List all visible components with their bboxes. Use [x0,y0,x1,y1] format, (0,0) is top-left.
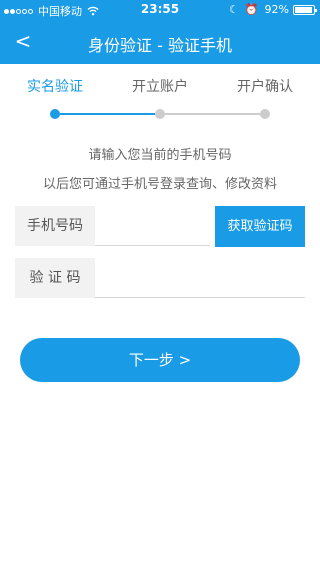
instruction-line-1: 请输入您当前的手机号码 [88,148,232,163]
instruction-line-2: 以后您可通过手机号登录查询、修改资料 [42,177,277,192]
battery-tip [315,8,317,12]
step-connector-2 [165,113,260,115]
step-label-identity: 实名验证 [27,79,83,95]
step-dot-2 [155,109,165,119]
phone-field-row: 手机号码 [15,206,210,247]
code-field-label: 验 证 码 [15,258,95,298]
phone-field-label: 手机号码 [15,206,95,246]
battery-percent: 92% [264,3,289,16]
step-label-open-account: 开立账户 [132,79,188,95]
page-title: 身份验证 - 验证手机 [88,36,232,55]
code-field-row: 验 证 码 [15,258,305,299]
nav-bar: < 身份验证 - 验证手机 [0,20,320,64]
get-code-button[interactable]: 获取验证码 [215,206,305,247]
battery-icon [293,4,317,15]
step-label-confirm: 开户确认 [237,79,293,95]
step-connector-1 [60,113,155,115]
code-input[interactable] [97,258,301,298]
status-right: ☾ ⏰ 92% [228,2,317,16]
battery-fill [295,6,312,13]
moon-icon: ☾ [228,2,239,16]
status-bar: 中国移动 23:55 ☾ ⏰ 92% [0,0,320,20]
alarm-icon: ⏰ [244,2,259,16]
step-dot-3 [260,109,270,119]
step-indicator: 实名验证 开立账户 开户确认 [0,74,320,130]
next-step-button[interactable]: 下一步 > [20,338,300,382]
step-dot-1 [50,109,60,119]
phone-input[interactable] [97,206,209,246]
